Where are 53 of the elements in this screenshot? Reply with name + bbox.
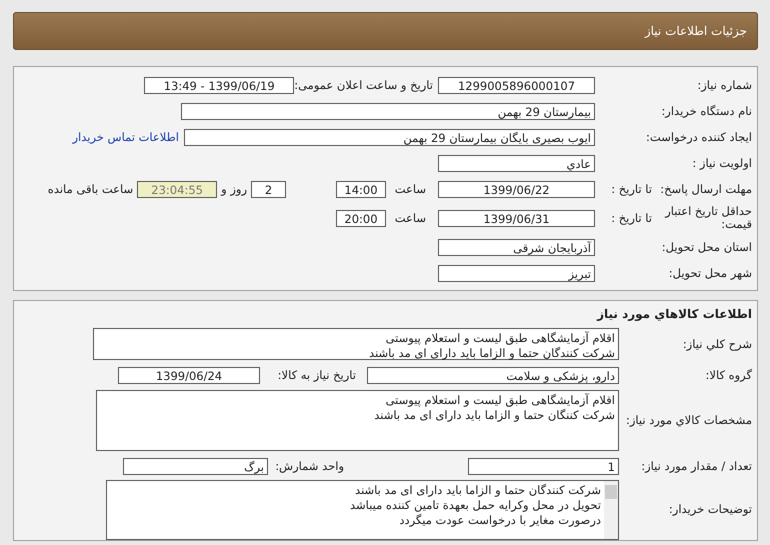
- text-field[interactable]: بیمارستان 29 بهمن: [181, 102, 595, 120]
- field-label: مشخصات کالاي مورد نياز:: [624, 413, 752, 427]
- field-label: شهر محل تحویل:: [668, 266, 752, 280]
- field-label: حداقل تاریخ اعتبار قیمت:: [664, 205, 752, 231]
- text-line: درصورت مغایر با درخواست عودت میگردد: [398, 513, 601, 528]
- field-label: ایجاد کننده درخواست:: [645, 130, 752, 144]
- text-field[interactable]: برگ: [123, 458, 268, 474]
- field-label: تاریخ نیاز به کالا:: [276, 368, 356, 382]
- specs-field[interactable]: اقلام آزمایشگاهی طبق لیست و استعلام پیوستی شرکت کننگان حتما و الزاما باید دارای ای مد باشند: [96, 390, 619, 450]
- field-label: ساعت: [394, 182, 426, 196]
- countdown-field[interactable]: 23:04:55: [137, 180, 218, 198]
- text-field[interactable]: عادي: [438, 154, 595, 172]
- field-label: نام دستگاه خریدار:: [660, 104, 752, 118]
- text-field[interactable]: 2: [251, 180, 286, 198]
- text-field[interactable]: 14:00: [336, 180, 386, 198]
- text-line: شرکت کنندگان حتما و الزاما باید دارای ای مد باشند: [368, 346, 615, 360]
- field-label: گروه کالا:: [704, 368, 752, 382]
- text-field[interactable]: آذربایجان شرقی: [438, 238, 595, 256]
- scrollbar[interactable]: [604, 481, 618, 539]
- text-field[interactable]: 1399/06/31: [438, 210, 595, 226]
- field-label: روز و: [221, 182, 247, 196]
- field-label: تعداد / مقدار مورد نیاز:: [640, 459, 752, 473]
- field-label: شماره نیاز:: [696, 78, 752, 92]
- field-label: استان محل تحویل:: [660, 240, 752, 254]
- text-field[interactable]: 1299005896000107: [438, 76, 595, 94]
- field-label: اولویت نیاز :: [691, 156, 752, 170]
- text-field[interactable]: تبریز: [438, 264, 595, 282]
- field-label: ساعت باقی مانده: [48, 182, 134, 196]
- field-label: مهلت ارسال پاسخ:: [659, 182, 752, 196]
- field-label: تاریخ و ساعت اعلان عمومی:: [294, 78, 433, 92]
- text-field[interactable]: 1399/06/22: [438, 180, 595, 198]
- summary-field[interactable]: اقلام آزمایشگاهی طبق لیست و استعلام پیوستی شرکت کنندگان حتما و الزاما باید دارای ای مد باشند: [93, 328, 619, 360]
- field-label: واحد شمارش:: [274, 459, 344, 473]
- notes-list[interactable]: شرکت کنندگان حتما و الزاما باید دارای ای مد باشند تحویل در محل وکرایه حمل بعهدة تامین کننده میباشد درصورت مغایر با درخواست عودت میگردد: [106, 480, 619, 540]
- text-line: اقلام آزمایشگاهی طبق لیست و استعلام پیوستی: [384, 330, 615, 346]
- text-field[interactable]: 1: [468, 458, 619, 474]
- text-line: شرکت کننگان حتما و الزاما باید دارای ای مد باشند: [373, 408, 615, 422]
- text-line: اقلام آزمایشگاهی طبق لیست و استعلام پیوستی: [384, 392, 615, 408]
- field-label: ساعت: [394, 211, 426, 225]
- field-label: شرح کلي نیاز:: [682, 336, 752, 350]
- text-line: شرکت کنندگان حتما و الزاما باید دارای ای مد باشند: [354, 483, 601, 498]
- field-label: تا تاریخ :: [610, 211, 652, 225]
- text-field[interactable]: ایوب بصیری بایگان بیمارستان 29 بهمن: [184, 128, 595, 146]
- text-field[interactable]: دارو، پزشکی و سلامت: [367, 366, 619, 384]
- contact-link[interactable]: اطلاعات تماس خریدار: [72, 130, 179, 144]
- field-label: تا تاریخ :: [610, 182, 652, 196]
- page-title: جزئیات اطلاعات نیاز: [644, 24, 747, 38]
- field-label: توضیحات خریدار:: [668, 502, 752, 516]
- text-field[interactable]: 20:00: [336, 210, 386, 226]
- text-field[interactable]: 1399/06/24: [118, 366, 260, 384]
- text-field[interactable]: 1399/06/19 - 13:49: [144, 76, 294, 94]
- text-line: تحویل در محل وکرایه حمل بعهدة تامین کننده میباشد: [348, 498, 601, 513]
- section-title: اطلاعات کالاهاي مورد نياز: [596, 306, 752, 323]
